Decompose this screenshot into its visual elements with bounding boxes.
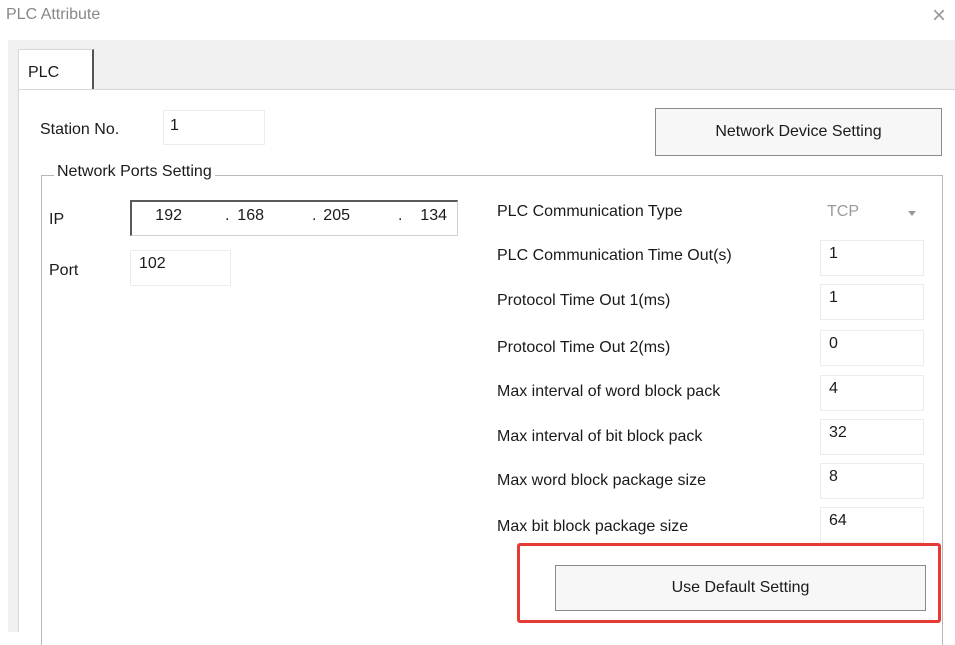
setting-label-word-package-size: Max word block package size (497, 472, 706, 489)
setting-input-word-interval[interactable]: 4 (820, 375, 924, 411)
setting-label-protocol-timeout-1: Protocol Time Out 1(ms) (497, 292, 671, 309)
use-default-setting-button[interactable]: Use Default Setting (555, 565, 926, 611)
comm-type-label: PLC Communication Type (497, 203, 683, 220)
ip-label: IP (49, 211, 65, 228)
ip-address-input[interactable]: 192 . 168 . 205 . 134 (130, 200, 458, 236)
station-input[interactable]: 1 (163, 110, 265, 145)
chevron-down-icon (908, 211, 916, 216)
setting-input-protocol-timeout-2[interactable]: 0 (820, 330, 924, 366)
comm-type-value: TCP (827, 203, 859, 220)
ip-octet-4: 134 (420, 207, 447, 224)
setting-input-word-package-size[interactable]: 8 (820, 463, 924, 499)
tab-plc[interactable]: PLC (18, 49, 94, 90)
setting-label-protocol-timeout-2: Protocol Time Out 2(ms) (497, 339, 671, 356)
ip-octet-2: 168 (237, 207, 264, 224)
station-label: Station No. (40, 121, 120, 138)
setting-label-bit-package-size: Max bit block package size (497, 518, 689, 535)
network-device-setting-button[interactable]: Network Device Setting (655, 108, 942, 156)
setting-input-protocol-timeout-1[interactable]: 1 (820, 284, 924, 320)
dialog-title: PLC Attribute (6, 6, 101, 23)
comm-type-select[interactable]: TCP (813, 197, 924, 231)
ip-octet-1: 192 (155, 207, 182, 224)
setting-input-bit-package-size[interactable]: 64 (820, 507, 924, 543)
setting-label-comm-timeout: PLC Communication Time Out(s) (497, 247, 732, 264)
port-input[interactable]: 102 (130, 250, 231, 286)
setting-label-word-interval: Max interval of word block pack (497, 383, 721, 400)
close-icon[interactable]: × (932, 2, 946, 30)
port-label: Port (49, 262, 79, 279)
ip-separator: . (398, 207, 403, 224)
group-legend: Network Ports Setting (54, 163, 215, 181)
setting-input-bit-interval[interactable]: 32 (820, 419, 924, 455)
setting-label-bit-interval: Max interval of bit block pack (497, 428, 703, 445)
ip-octet-3: 205 (323, 207, 350, 224)
setting-input-comm-timeout[interactable]: 1 (820, 240, 924, 276)
